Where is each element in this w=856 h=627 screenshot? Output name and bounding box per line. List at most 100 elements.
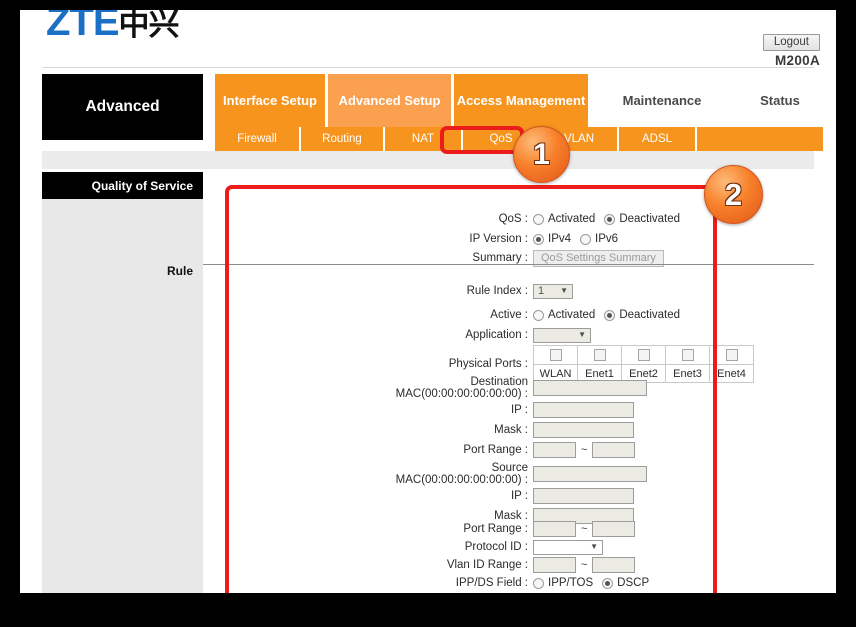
row-destination-mask: Mask : [203,421,634,439]
row-rule-index: Rule Index : 1 ▼ [203,282,573,300]
row-application: Application : ▼ [203,326,591,344]
destination-port-from-input[interactable] [533,442,576,458]
label-source-ip: IP : [510,490,528,502]
destination-port-to-input[interactable] [592,442,636,458]
rule-index-value: 1 [538,285,545,297]
ipp-tos-label: IPP/TOS [548,577,594,589]
vlan-id-to-input[interactable] [592,557,636,573]
page-header: ZTE中兴 Logout M200A [20,10,836,69]
row-qos: QoS : Activated Deactivated [203,210,689,228]
active-activated-label: Activated [548,309,596,321]
label-source-port-range: Port Range : [463,523,528,535]
annotation-badge-1: 1 [513,126,570,183]
tab-access-management[interactable]: Access Management [454,74,588,127]
subtab-adsl[interactable]: ADSL [617,127,695,151]
enet4-checkbox[interactable] [725,349,738,362]
source-mac-input[interactable] [533,466,647,482]
label-source-mac: Source MAC(00:00:00:00:00:00) : [203,462,533,486]
annotation-badge-2: 2 [704,165,763,224]
tab-status[interactable]: Status [738,74,822,127]
destination-mask-input[interactable] [533,422,634,438]
chevron-down-icon: ▼ [578,330,586,339]
tab-advanced-setup[interactable]: Advanced Setup [328,74,451,127]
ipv6-label: IPv6 [595,233,619,245]
logo-cjk-text: 中兴 [118,10,180,42]
row-ipp-ds-field: IPP/DS Field : IPP/TOS DSCP [203,574,658,592]
logout-area: Logout M200A [762,32,820,68]
main-tabbar: Advanced Interface Setup Advanced Setup … [20,74,836,140]
label-destination-line1: Destination [470,376,528,388]
subtab-routing[interactable]: Routing [299,127,383,151]
tab-maintenance[interactable]: Maintenance [606,74,718,127]
port-cell-enet2-checkbox [621,345,666,365]
label-ipp-ds-field: IPP/DS Field : [455,577,528,589]
source-port-range-separator: ~ [581,523,588,535]
enet2-checkbox[interactable] [637,349,650,362]
label-application: Application : [465,329,528,341]
enet3-checkbox[interactable] [681,349,694,362]
content-area: Quality of Service Rule QoS : Activated … [42,172,814,593]
sidebar-group-label-rule: Rule [166,264,193,278]
destination-ip-input[interactable] [533,402,634,418]
destination-mac-input[interactable] [533,380,647,396]
qos-deactivated-label: Deactivated [619,213,681,225]
enet1-checkbox[interactable] [593,349,606,362]
source-ip-input[interactable] [533,488,634,504]
active-deactivated-radio[interactable] [604,309,616,321]
row-destination-mac: Destination MAC(00:00:00:00:00:00) : [203,375,647,401]
tab-interface-setup[interactable]: Interface Setup [215,74,325,127]
qos-activated-label: Activated [548,213,596,225]
rule-index-select[interactable]: 1 ▼ [533,283,573,299]
vlan-id-range-separator: ~ [581,559,588,571]
logo-latin-text: ZTE [46,10,120,44]
vlan-id-from-input[interactable] [533,557,576,573]
dscp-radio[interactable] [602,577,614,589]
row-destination-port-range: Port Range : ~ [203,441,636,459]
ipv4-radio[interactable] [533,233,544,245]
active-activated-radio[interactable] [533,309,544,321]
qos-deactivated-radio[interactable] [604,213,616,225]
wlan-checkbox[interactable] [549,349,562,362]
label-destination-mask: Mask : [494,424,528,436]
zte-logo: ZTE中兴 [46,10,180,47]
protocol-id-select[interactable]: ▼ [533,539,603,555]
label-rule-index: Rule Index : [466,285,528,297]
label-physical-ports: Physical Ports : [448,358,528,370]
ipp-ds-radio-group: IPP/TOS DSCP [533,577,658,589]
port-cell-enet3-checkbox [665,345,710,365]
row-ip-precedence-range: IP Precedence Range : ▼ ~ ▼ [203,592,609,593]
section-brand-label: Advanced [42,74,203,140]
active-deactivated-label: Deactivated [619,309,681,321]
logout-button[interactable]: Logout [762,34,820,51]
subtab-nat[interactable]: NAT [383,127,461,151]
row-protocol-id: Protocol ID : ▼ [203,538,603,556]
row-active: Active : Activated Deactivated [203,306,689,324]
qos-activated-radio[interactable] [533,213,544,225]
label-source-line2: MAC(00:00:00:00:00:00) : [395,474,528,486]
ipv6-radio[interactable] [580,233,592,245]
label-summary: Summary : [472,252,528,264]
source-port-from-input[interactable] [533,521,576,537]
source-port-to-input[interactable] [592,521,636,537]
application-select[interactable]: ▼ [533,327,591,343]
label-source-line1: Source [491,462,528,474]
port-cell-enet1-checkbox [577,345,622,365]
ip-version-radio-group: IPv4 IPv6 [533,233,627,245]
label-protocol-id: Protocol ID : [464,541,528,553]
sidebar-section-title: Quality of Service [42,172,203,199]
ipv4-label: IPv4 [548,233,572,245]
row-source-ip: IP : [203,487,634,505]
destination-port-range-separator: ~ [581,444,588,456]
qos-form-panel: QoS : Activated Deactivated IP Version :… [203,172,814,593]
dscp-label: DSCP [617,577,650,589]
label-ip-version: IP Version : [469,233,528,245]
port-label-enet3: Enet3 [665,364,710,383]
ports-checkbox-row [533,345,754,365]
port-label-enet4: Enet4 [709,364,754,383]
form-divider-top [203,264,814,265]
ipp-tos-radio[interactable] [533,577,544,589]
qos-radio-group: Activated Deactivated [533,213,689,225]
subtab-firewall[interactable]: Firewall [215,127,299,151]
port-cell-wlan-checkbox [533,345,578,365]
device-model-label: M200A [774,53,820,68]
